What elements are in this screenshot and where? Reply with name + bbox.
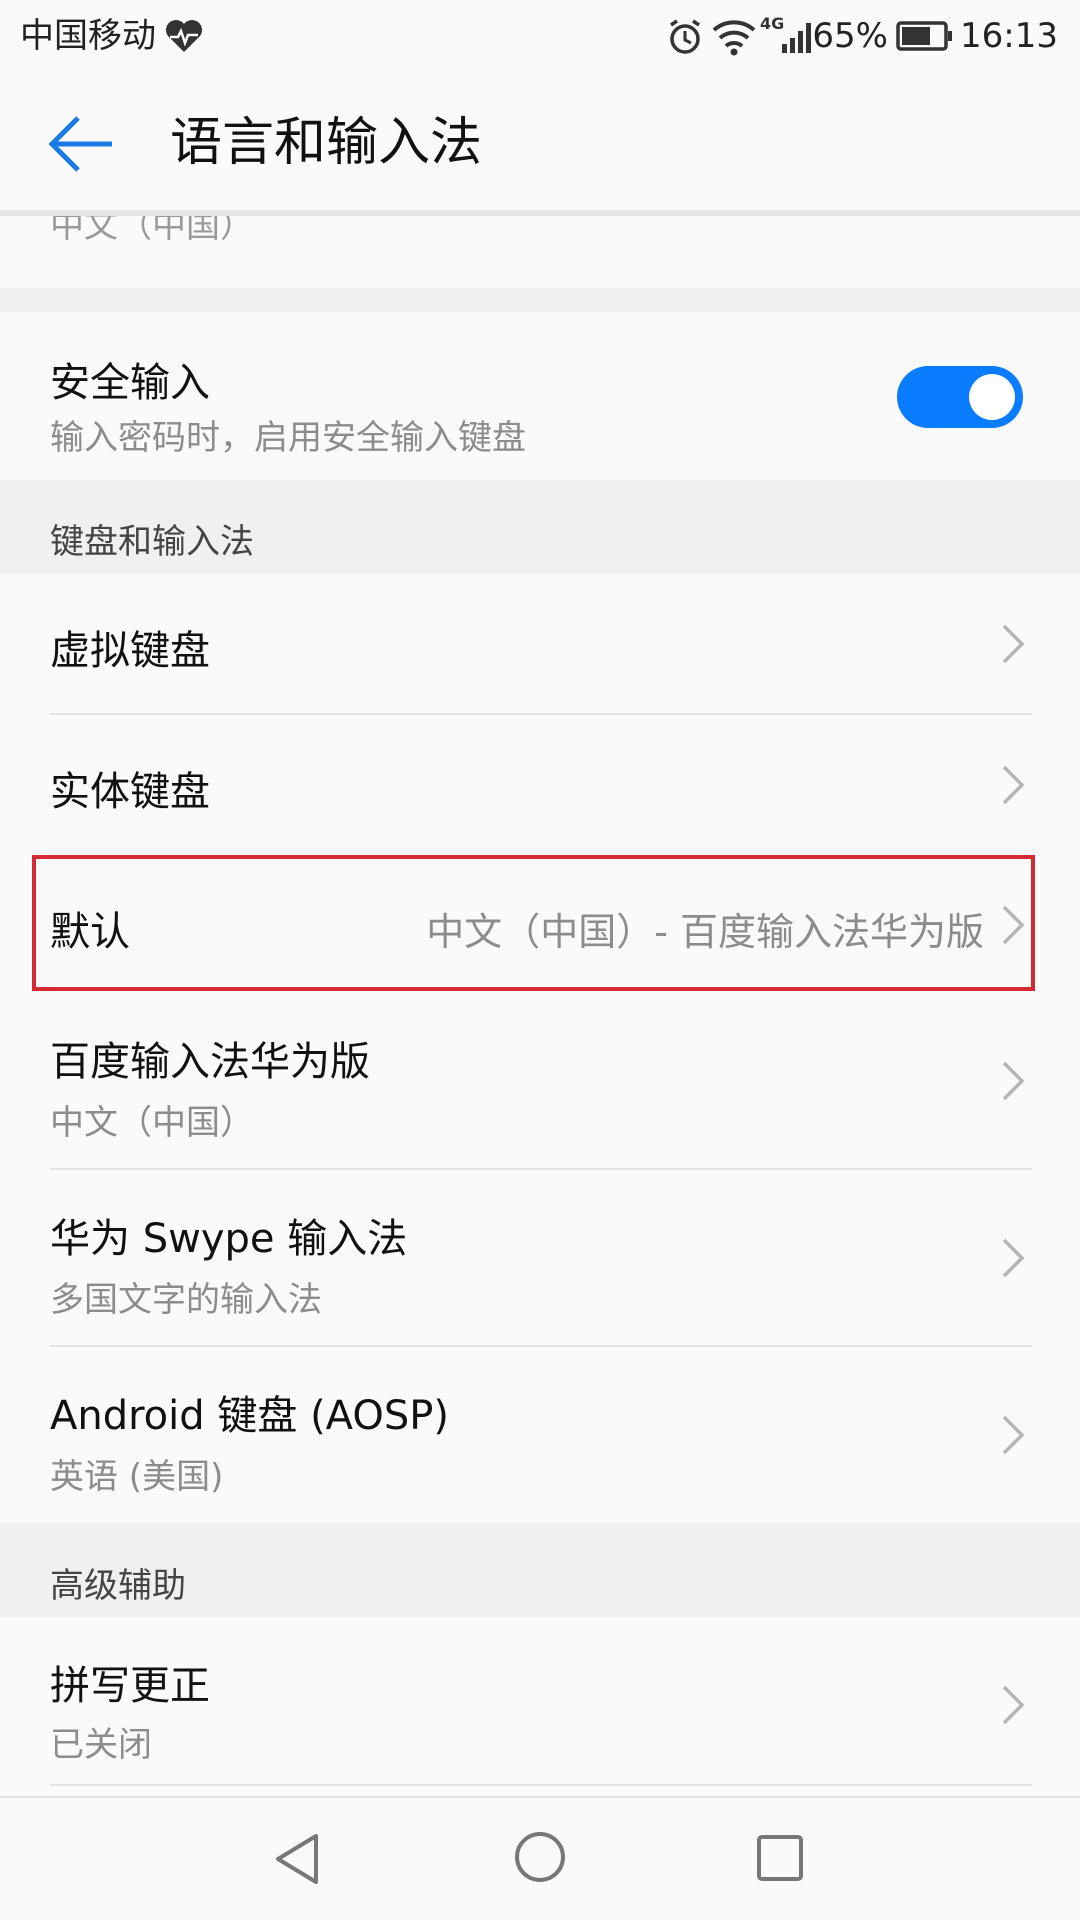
app-bar-shadow — [0, 210, 1080, 216]
section-header-keyboard: 键盘和输入法 — [50, 522, 254, 562]
highlight-box — [32, 855, 1035, 991]
divider — [50, 1784, 1032, 1786]
partial-list-item[interactable]: 中文（中国） — [0, 216, 1080, 286]
spellcheck-subtitle: 已关闭 — [50, 1725, 152, 1765]
wifi-icon — [712, 20, 756, 56]
navigation-bar — [0, 1796, 1080, 1920]
virtual-keyboard-row[interactable]: 虚拟键盘 — [0, 574, 1080, 714]
partial-item-text: 中文（中国） — [50, 216, 254, 246]
secure-input-subtitle: 输入密码时，启用安全输入键盘 — [50, 418, 526, 458]
battery-icon — [896, 21, 952, 51]
physical-keyboard-row[interactable]: 实体键盘 — [0, 715, 1080, 855]
chevron-right-icon — [1002, 1061, 1025, 1101]
chevron-right-icon — [1002, 624, 1025, 664]
secure-input-title: 安全输入 — [50, 360, 210, 406]
chevron-right-icon — [1002, 765, 1025, 805]
virtual-keyboard-title: 虚拟键盘 — [50, 628, 210, 674]
back-arrow-icon[interactable] — [40, 104, 120, 184]
heart-icon — [166, 20, 202, 52]
section-header-advanced: 高级辅助 — [50, 1566, 186, 1606]
battery-percent: 65% — [812, 16, 888, 56]
chevron-right-icon — [1002, 1415, 1025, 1455]
nav-recents-icon[interactable] — [754, 1832, 808, 1886]
nav-back-icon[interactable] — [272, 1832, 326, 1886]
swype-ime-title: 华为 Swype 输入法 — [50, 1216, 408, 1262]
aosp-keyboard-title: Android 键盘 (AOSP) — [50, 1393, 449, 1439]
chevron-right-icon — [1002, 1238, 1025, 1278]
chevron-right-icon — [1002, 1685, 1025, 1725]
section-gap — [0, 288, 1080, 312]
app-bar: 语言和输入法 — [0, 74, 1080, 210]
nav-home-icon[interactable] — [513, 1830, 567, 1884]
status-bar: 中国移动 4G 65% 16:13 — [0, 0, 1080, 74]
spellcheck-title: 拼写更正 — [50, 1663, 210, 1709]
alarm-icon — [670, 19, 700, 54]
aosp-keyboard-subtitle: 英语 (美国) — [50, 1457, 224, 1497]
carrier-name: 中国移动 — [20, 16, 156, 56]
swype-ime-row[interactable]: 华为 Swype 输入法 多国文字的输入法 — [0, 1170, 1080, 1345]
baidu-ime-subtitle: 中文（中国） — [50, 1103, 254, 1143]
page-title: 语言和输入法 — [170, 113, 483, 173]
secure-input-toggle[interactable] — [897, 366, 1023, 428]
toggle-knob — [969, 374, 1015, 420]
physical-keyboard-title: 实体键盘 — [50, 769, 210, 815]
signal-icon — [782, 23, 811, 53]
swype-ime-subtitle: 多国文字的输入法 — [50, 1280, 322, 1320]
aosp-keyboard-row[interactable]: Android 键盘 (AOSP) 英语 (美国) — [0, 1347, 1080, 1523]
clock: 16:13 — [960, 16, 1058, 56]
baidu-ime-title: 百度输入法华为版 — [50, 1039, 370, 1085]
baidu-ime-row[interactable]: 百度输入法华为版 中文（中国） — [0, 993, 1080, 1168]
spellcheck-row[interactable]: 拼写更正 已关闭 — [0, 1617, 1080, 1792]
